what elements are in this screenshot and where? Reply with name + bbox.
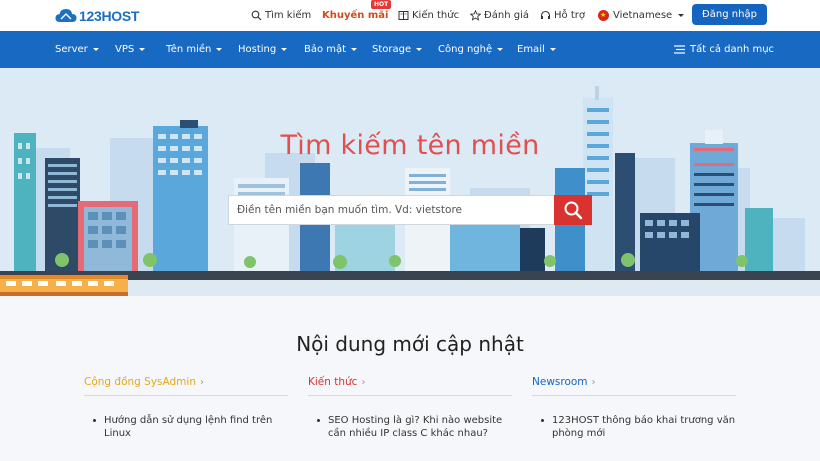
all-categories-button[interactable]: Tất cả danh mục bbox=[674, 31, 774, 68]
chevron-down-icon bbox=[281, 48, 288, 51]
city-skyline-illustration bbox=[0, 86, 820, 296]
logo-text: 123HOST bbox=[79, 7, 140, 24]
nav-item-label: Hosting bbox=[238, 44, 277, 55]
topnav-knowledge[interactable]: Kiến thức bbox=[398, 0, 459, 31]
nav-item-storage[interactable]: Storage bbox=[372, 31, 423, 68]
domain-search-button[interactable] bbox=[554, 195, 592, 225]
topnav-review[interactable]: Đánh giá bbox=[470, 0, 529, 31]
all-categories-label: Tất cả danh mục bbox=[690, 44, 775, 55]
latest-content-section: Nội dung mới cập nhật Cộng đồng SysAdmin… bbox=[0, 296, 820, 461]
language-label: Vietnamese bbox=[613, 10, 673, 21]
topnav-support-label: Hỗ trợ bbox=[554, 10, 585, 21]
chevron-right-icon: › bbox=[361, 377, 366, 388]
language-selector[interactable]: Vietnamese bbox=[598, 0, 685, 31]
topnav-search-label: Tìm kiếm bbox=[265, 10, 312, 21]
article-link[interactable]: Hướng dẫn sử dụng lệnh find trên Linux bbox=[84, 414, 288, 440]
nav-item-label: Storage bbox=[372, 44, 412, 55]
chevron-down-icon bbox=[351, 48, 358, 51]
hero-title: Tìm kiếm tên miền bbox=[280, 130, 540, 161]
book-icon bbox=[398, 10, 409, 21]
nav-item-label: Bảo mật bbox=[304, 44, 347, 55]
nav-item-label: Tên miền bbox=[166, 44, 212, 55]
headset-icon bbox=[540, 10, 551, 21]
column-heading[interactable]: Cộng đồng SysAdmin › bbox=[84, 376, 288, 396]
chevron-down-icon bbox=[497, 48, 504, 51]
chevron-down-icon bbox=[92, 48, 99, 51]
column-sysadmin: Cộng đồng SysAdmin › Hướng dẫn sử dụng lệ… bbox=[84, 376, 288, 454]
nav-item-label: Công nghệ bbox=[438, 44, 493, 55]
nav-item-vps[interactable]: VPS bbox=[115, 31, 146, 68]
column-heading-label: Kiến thức bbox=[308, 376, 358, 388]
column-heading[interactable]: Kiến thức › bbox=[308, 376, 512, 396]
hot-badge: HOT bbox=[371, 0, 392, 9]
chevron-down-icon bbox=[216, 48, 223, 51]
article-link[interactable]: 123HOST thông báo khai trương văn phòng … bbox=[532, 414, 736, 440]
hero-banner: Tìm kiếm tên miền Điền tên miền bạn muốn… bbox=[0, 68, 820, 296]
nav-item-server[interactable]: Server bbox=[55, 31, 99, 68]
nav-item-label: VPS bbox=[115, 44, 135, 55]
topnav-knowledge-label: Kiến thức bbox=[412, 10, 460, 21]
nav-item-hosting[interactable]: Hosting bbox=[238, 31, 288, 68]
topnav-promo-label: Khuyến mãi bbox=[322, 10, 389, 21]
nav-item-domain[interactable]: Tên miền bbox=[166, 31, 223, 68]
chevron-down-icon bbox=[678, 14, 685, 17]
chevron-right-icon: › bbox=[199, 377, 204, 388]
star-icon bbox=[470, 10, 481, 21]
logo[interactable]: 123HOST bbox=[55, 7, 139, 24]
column-newsroom: Newsroom › 123HOST thông báo khai trương … bbox=[532, 376, 736, 454]
topnav-search[interactable]: Tìm kiếm bbox=[251, 0, 311, 31]
login-button[interactable]: Đăng nhập bbox=[692, 4, 767, 25]
column-heading-label: Newsroom bbox=[532, 376, 588, 388]
nav-item-security[interactable]: Bảo mật bbox=[304, 31, 358, 68]
search-icon bbox=[251, 10, 262, 21]
top-bar: 123HOST Tìm kiếm Khuyến mãi HOT Kiến thứ… bbox=[0, 0, 820, 31]
article-link[interactable]: SEO Hosting là gì? Khi nào website cần n… bbox=[308, 414, 512, 440]
topnav-support[interactable]: Hỗ trợ bbox=[540, 0, 585, 31]
cloud-logo-icon bbox=[55, 9, 77, 22]
chevron-down-icon bbox=[139, 48, 146, 51]
column-heading[interactable]: Newsroom › bbox=[532, 376, 736, 396]
nav-item-email[interactable]: Email bbox=[517, 31, 556, 68]
chevron-right-icon: › bbox=[591, 377, 596, 388]
domain-search-placeholder: Điền tên miền bạn muốn tìm. Vd: vietstor… bbox=[237, 204, 462, 216]
nav-item-label: Server bbox=[55, 44, 88, 55]
vietnam-flag-icon bbox=[598, 10, 609, 21]
search-icon bbox=[564, 201, 583, 220]
menu-icon bbox=[674, 45, 685, 54]
nav-item-label: Email bbox=[517, 44, 545, 55]
column-knowledge: Kiến thức › SEO Hosting là gì? Khi nào we… bbox=[308, 376, 512, 454]
chevron-down-icon bbox=[549, 48, 556, 51]
chevron-down-icon bbox=[416, 48, 423, 51]
domain-search-input[interactable]: Điền tên miền bạn muốn tìm. Vd: vietstor… bbox=[228, 195, 554, 225]
nav-item-technology[interactable]: Công nghệ bbox=[438, 31, 504, 68]
topnav-review-label: Đánh giá bbox=[484, 10, 529, 21]
column-heading-label: Cộng đồng SysAdmin bbox=[84, 376, 196, 388]
main-nav: Server VPS Tên miền Hosting Bảo mật Stor… bbox=[0, 31, 820, 68]
section-title: Nội dung mới cập nhật bbox=[296, 332, 524, 356]
